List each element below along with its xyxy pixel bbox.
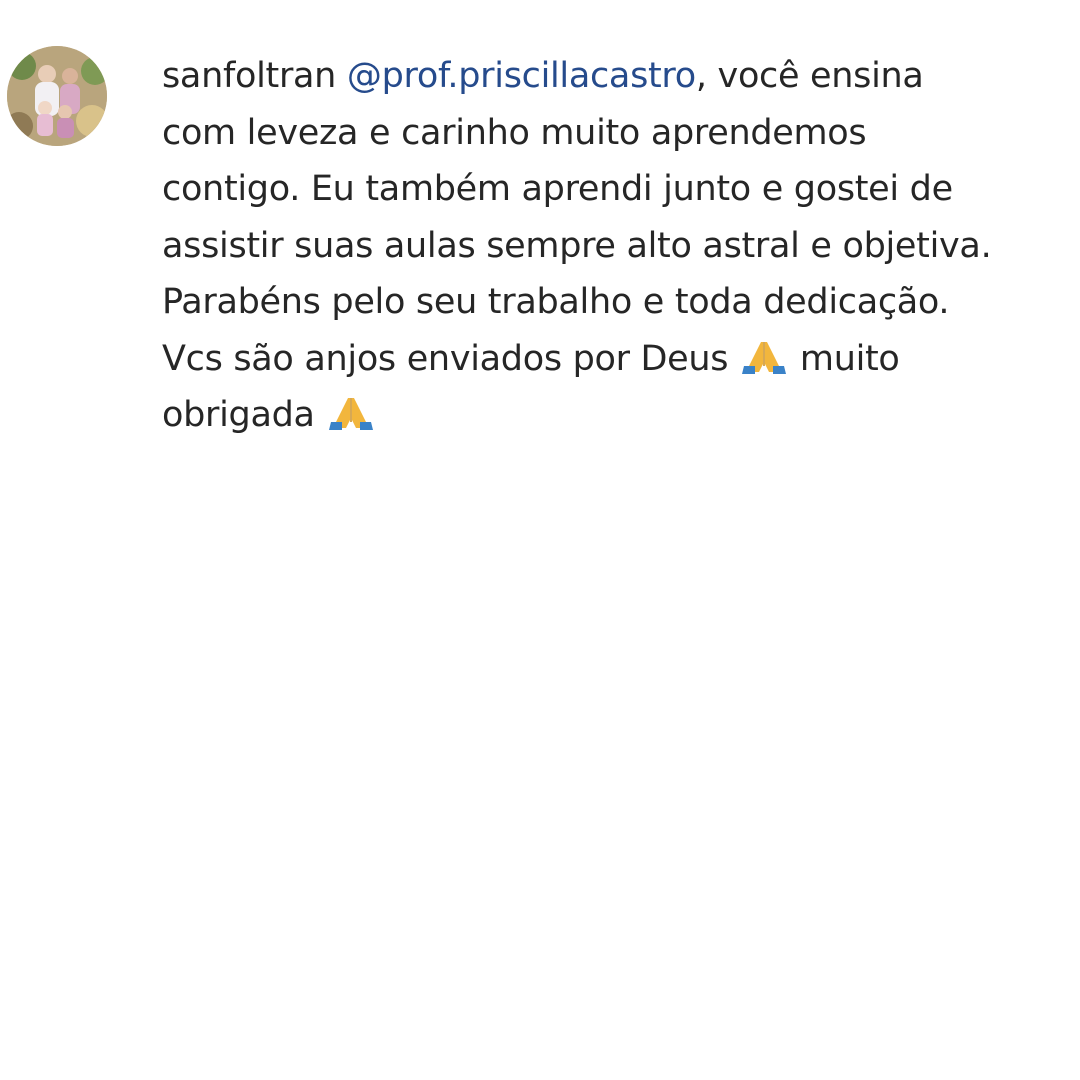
comment-line-1: sanfoltran @prof.priscillacastro, você e… xyxy=(162,48,1062,105)
comment-line-4: assistir suas aulas sempre alto astral e… xyxy=(162,225,992,266)
user-avatar[interactable] xyxy=(7,46,107,146)
comment-line-2: com leveza e carinho muito aprendemos xyxy=(162,112,867,153)
comment-text: sanfoltran @prof.priscillacastro, você e… xyxy=(162,48,1062,444)
mention-link[interactable]: @prof.priscillacastro xyxy=(347,56,696,96)
comment-line-5: Parabéns pelo seu trabalho e toda dedica… xyxy=(162,282,950,322)
comment-line-7: obrigada xyxy=(162,387,1062,444)
comment-line-6: Vcs são anjos enviados por Deus muito xyxy=(162,331,1062,388)
comment-text-part: , você ensina xyxy=(695,56,924,96)
avatar-photo xyxy=(7,46,107,146)
comment-text-part: muito xyxy=(799,338,900,379)
folded-hands-icon xyxy=(739,336,789,376)
comment-line-3: contigo. Eu também aprendi junto e goste… xyxy=(162,169,953,209)
comment-text-part: obrigada xyxy=(162,395,315,435)
comment: sanfoltran @prof.priscillacastro, você e… xyxy=(0,0,1080,470)
folded-hands-icon xyxy=(326,392,376,432)
username-link[interactable]: sanfoltran xyxy=(162,56,336,96)
comment-text-part: Vcs são anjos enviados por Deus xyxy=(162,338,729,379)
